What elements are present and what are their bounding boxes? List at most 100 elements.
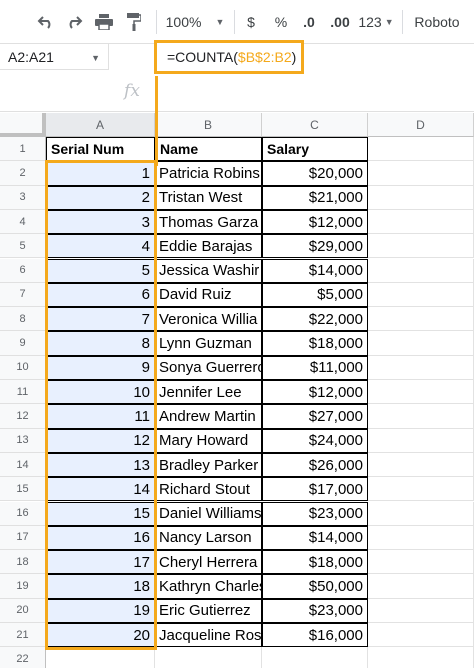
row-header-5[interactable]: 5 xyxy=(0,234,46,259)
serial-cell[interactable]: 1 xyxy=(46,161,155,186)
name-cell[interactable]: David Ruiz xyxy=(155,282,262,308)
row-header-2[interactable]: 2 xyxy=(0,161,46,186)
column-header-b[interactable]: B xyxy=(155,113,262,137)
name-cell[interactable]: Eddie Barajas xyxy=(155,234,262,259)
salary-cell[interactable]: $11,000 xyxy=(262,355,368,380)
undo-icon[interactable] xyxy=(34,10,58,34)
row-header-1[interactable]: 1 xyxy=(0,137,46,162)
name-cell[interactable]: Tristan West xyxy=(155,185,262,210)
header-serial-num[interactable]: Serial Num xyxy=(46,137,155,162)
print-icon[interactable] xyxy=(92,10,116,34)
row-header-3[interactable]: 3 xyxy=(0,185,46,210)
salary-cell[interactable]: $12,000 xyxy=(262,380,368,405)
salary-cell[interactable]: $24,000 xyxy=(262,428,368,453)
redo-icon[interactable] xyxy=(62,10,86,34)
row-header-21[interactable]: 21 xyxy=(0,623,46,648)
empty-cell[interactable] xyxy=(368,428,474,453)
empty-cell[interactable] xyxy=(368,331,474,356)
empty-cell[interactable] xyxy=(368,574,474,599)
row-header-18[interactable]: 18 xyxy=(0,550,46,575)
name-cell[interactable]: Bradley Parker xyxy=(155,452,262,478)
salary-cell[interactable]: $23,000 xyxy=(262,598,368,623)
name-cell[interactable]: Daniel Williams xyxy=(155,501,262,526)
empty-cell[interactable] xyxy=(368,282,474,308)
row-header-14[interactable]: 14 xyxy=(0,452,46,478)
empty-cell[interactable] xyxy=(368,525,474,551)
serial-cell[interactable]: 5 xyxy=(46,258,155,283)
serial-cell[interactable]: 14 xyxy=(46,477,155,502)
row-header-22[interactable]: 22 xyxy=(0,647,46,668)
row-header-13[interactable]: 13 xyxy=(0,428,46,453)
row-header-9[interactable]: 9 xyxy=(0,331,46,356)
serial-cell[interactable]: 9 xyxy=(46,355,155,380)
serial-cell[interactable]: 20 xyxy=(46,623,155,648)
empty-cell[interactable] xyxy=(368,598,474,623)
serial-cell[interactable]: 18 xyxy=(46,574,155,599)
name-cell[interactable]: Eric Gutierrez xyxy=(155,598,262,623)
salary-cell[interactable]: $18,000 xyxy=(262,331,368,356)
salary-cell[interactable]: $23,000 xyxy=(262,501,368,526)
salary-cell[interactable]: $14,000 xyxy=(262,525,368,551)
row-header-8[interactable]: 8 xyxy=(0,307,46,332)
name-cell[interactable]: Jacqueline Ros xyxy=(155,623,262,648)
name-cell[interactable]: Mary Howard xyxy=(155,428,262,453)
salary-cell[interactable]: $50,000 xyxy=(262,574,368,599)
salary-cell[interactable]: $20,000 xyxy=(262,161,368,186)
salary-cell[interactable]: $5,000 xyxy=(262,282,368,308)
name-cell[interactable]: Richard Stout xyxy=(155,477,262,502)
salary-cell[interactable]: $12,000 xyxy=(262,209,368,235)
empty-cell[interactable] xyxy=(262,647,368,668)
serial-cell[interactable]: 13 xyxy=(46,452,155,478)
empty-cell[interactable] xyxy=(368,185,474,210)
increase-decimal-button[interactable]: .00 xyxy=(326,10,354,34)
salary-cell[interactable]: $26,000 xyxy=(262,452,368,478)
name-cell[interactable]: Patricia Robins xyxy=(155,161,262,186)
percent-button[interactable]: % xyxy=(272,10,290,34)
row-header-7[interactable]: 7 xyxy=(0,282,46,308)
salary-cell[interactable]: $14,000 xyxy=(262,258,368,283)
row-header-17[interactable]: 17 xyxy=(0,525,46,551)
column-header-d[interactable]: D xyxy=(368,113,474,137)
name-cell[interactable]: Kathryn Charles xyxy=(155,574,262,599)
header-name[interactable]: Name xyxy=(155,137,262,162)
name-cell[interactable]: Jennifer Lee xyxy=(155,380,262,405)
salary-cell[interactable]: $16,000 xyxy=(262,623,368,648)
row-header-15[interactable]: 15 xyxy=(0,477,46,502)
serial-cell[interactable]: 8 xyxy=(46,331,155,356)
name-cell[interactable]: Jessica Washir xyxy=(155,258,262,283)
cell-d1[interactable] xyxy=(368,137,474,162)
row-header-16[interactable]: 16 xyxy=(0,501,46,526)
empty-cell[interactable] xyxy=(368,258,474,283)
name-cell[interactable]: Nancy Larson xyxy=(155,525,262,551)
serial-cell[interactable]: 16 xyxy=(46,525,155,551)
row-header-4[interactable]: 4 xyxy=(0,209,46,235)
empty-cell[interactable] xyxy=(368,452,474,478)
select-all-corner[interactable] xyxy=(0,113,46,137)
empty-cell[interactable] xyxy=(368,477,474,502)
row-header-10[interactable]: 10 xyxy=(0,355,46,380)
empty-cell[interactable] xyxy=(368,355,474,380)
serial-cell[interactable]: 17 xyxy=(46,550,155,575)
empty-cell[interactable] xyxy=(368,501,474,526)
zoom-select[interactable]: 100% ▼ xyxy=(166,10,225,34)
formula-input[interactable]: =COUNTA($B$2:B2) xyxy=(154,40,304,74)
row-header-6[interactable]: 6 xyxy=(0,258,46,283)
empty-cell[interactable] xyxy=(46,647,155,668)
empty-cell[interactable] xyxy=(368,550,474,575)
serial-cell[interactable]: 10 xyxy=(46,380,155,405)
more-formats-button[interactable]: 123 ▼ xyxy=(358,10,394,34)
empty-cell[interactable] xyxy=(368,647,474,668)
empty-cell[interactable] xyxy=(368,380,474,405)
row-header-19[interactable]: 19 xyxy=(0,574,46,599)
serial-cell[interactable]: 2 xyxy=(46,185,155,210)
salary-cell[interactable]: $22,000 xyxy=(262,307,368,332)
serial-cell[interactable]: 3 xyxy=(46,209,155,235)
header-salary[interactable]: Salary xyxy=(262,137,368,162)
column-header-a[interactable]: A xyxy=(46,113,155,137)
empty-cell[interactable] xyxy=(368,161,474,186)
name-box[interactable]: A2:A21 ▼ xyxy=(0,44,109,70)
empty-cell[interactable] xyxy=(368,209,474,235)
serial-cell[interactable]: 7 xyxy=(46,307,155,332)
name-cell[interactable]: Thomas Garza xyxy=(155,209,262,235)
empty-cell[interactable] xyxy=(368,404,474,429)
